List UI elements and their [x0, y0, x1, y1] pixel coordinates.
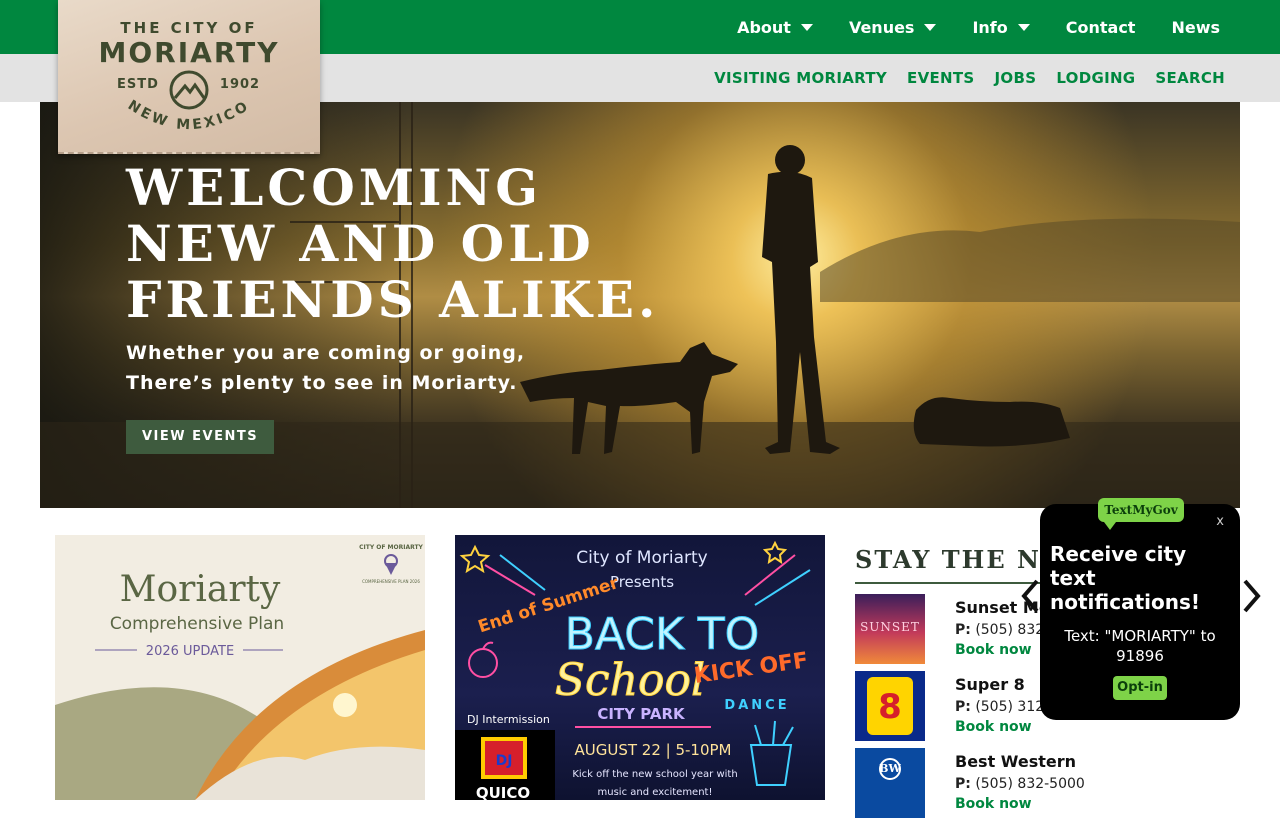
hero-title-line: WELCOMING [126, 158, 542, 217]
poster-dj: DJ Intermission [467, 713, 550, 726]
apple-icon [468, 641, 498, 678]
plan-update: 2026 UPDATE [146, 644, 234, 659]
phone-number: (505) 832-5000 [975, 776, 1085, 792]
plan-badge-line1: CITY OF MORIARTY [359, 544, 423, 551]
lodging-thumb-text: 8 [878, 687, 902, 727]
chevron-right-icon[interactable] [1242, 578, 1262, 614]
nav-info-label: Info [972, 17, 1008, 37]
lodging-thumbnail[interactable]: SUNSET [855, 594, 925, 664]
phone-label: P: [955, 776, 971, 792]
textmygov-popup: TextMyGov x Receive city text notificati… [1040, 498, 1240, 720]
close-button[interactable]: x [1216, 514, 1224, 529]
chevron-left-icon[interactable] [1020, 578, 1040, 614]
lodging-name: Super 8 [955, 675, 1025, 694]
hero-title-line: NEW AND OLD [126, 214, 595, 273]
logo-year: 1902 [220, 77, 260, 92]
poster-title2: School [555, 655, 705, 706]
poster-dj-name: QUICO [476, 784, 530, 800]
hero-title-line: FRIENDS ALIKE. [126, 270, 660, 329]
nav-contact-label: Contact [1065, 17, 1136, 37]
lodging-phone: P: (505) 832-5000 [955, 776, 1085, 792]
mountain-icon [169, 70, 209, 110]
popup-headline: Receive city text notifications! [1050, 542, 1200, 614]
secondary-nav: VISITING MORIARTY EVENTS JOBS LODGING SE… [694, 54, 1225, 102]
plan-card-art: Moriarty Comprehensive Plan 2026 UPDATE … [55, 544, 425, 800]
plan-badge-line2: COMPREHENSIVE PLAN 2026 [362, 579, 420, 584]
plan-title: Moriarty [120, 569, 281, 610]
lodging-thumb-text: BW [879, 762, 901, 775]
city-logo[interactable]: THE CITY OF MORIARTY ESTD 1902 NEW MEXIC… [58, 0, 320, 154]
poster-desc1: Kick off the new school year with [572, 769, 737, 780]
view-events-button[interactable]: VIEW EVENTS [126, 420, 275, 454]
comprehensive-plan-card[interactable]: Moriarty Comprehensive Plan 2026 UPDATE … [55, 535, 425, 800]
lodging-name: Best Western [955, 752, 1077, 771]
chevron-down-icon [800, 23, 813, 31]
lodging-thumbnail[interactable]: BW [855, 748, 925, 818]
logo-line1: THE CITY OF [120, 19, 257, 37]
lodging-item: BW Best Western P: (505) 832-5000 Book n… [855, 748, 1235, 818]
hero-banner: WELCOMING NEW AND OLD FRIENDS ALIKE. Whe… [40, 102, 1240, 508]
poster-title1: BACK TO [565, 609, 760, 660]
phone-label: P: [955, 622, 971, 638]
main-nav: About Venues Info Contact News [701, 0, 1220, 54]
chevron-down-icon [1017, 23, 1030, 31]
opt-in-button[interactable]: Opt-in [1113, 676, 1167, 700]
back-to-school-event-card[interactable]: City of Moriarty Presents End of Summer … [455, 535, 825, 800]
lodging-thumb-text: SUNSET [860, 620, 920, 634]
map-pin-icon [384, 554, 398, 575]
book-now-link[interactable]: Book now [955, 796, 1032, 812]
nav-contact[interactable]: Contact [1066, 18, 1136, 37]
poster-place: CITY PARK [597, 705, 686, 723]
event-poster-art: City of Moriarty Presents End of Summer … [455, 540, 811, 800]
plan-subtitle: Comprehensive Plan [110, 614, 284, 634]
logo-state: NEW MEXICO [125, 97, 253, 133]
nav-info[interactable]: Info [972, 17, 1030, 37]
nav-about[interactable]: About [737, 18, 813, 37]
subnav-search[interactable]: SEARCH [1155, 69, 1225, 87]
hero-subtitle-line: There’s plenty to see in Moriarty. [126, 372, 518, 394]
nav-news-label: News [1171, 17, 1220, 37]
logo-line2: MORIARTY [99, 36, 280, 69]
popup-instructions: Text: "MORIARTY" to 91896 [1064, 627, 1216, 665]
hero-subtitle-line: Whether you are coming or going, [126, 342, 526, 364]
subnav-jobs[interactable]: JOBS [995, 69, 1037, 87]
poster-date: AUGUST 22 | 5-10PM [574, 741, 731, 759]
poster-dj-logo: DJ [496, 753, 513, 769]
book-now-link[interactable]: Book now [955, 642, 1032, 658]
subnav-events[interactable]: EVENTS [907, 69, 975, 87]
subnav-visiting-moriarty[interactable]: VISITING MORIARTY [714, 69, 887, 87]
poster-desc2: music and excitement! [598, 787, 713, 798]
nav-about-label: About [737, 17, 791, 37]
hero-subtitle: Whether you are coming or going, There’s… [126, 338, 586, 398]
logo-estd: ESTD [117, 77, 159, 92]
logo-mark: THE CITY OF MORIARTY ESTD 1902 NEW MEXIC… [99, 19, 280, 133]
hero-title: WELCOMING NEW AND OLD FRIENDS ALIKE. [126, 160, 726, 328]
poster-presenter: City of Moriarty [576, 548, 707, 568]
nav-venues[interactable]: Venues [849, 18, 937, 37]
poster-dance: DANCE [724, 698, 789, 713]
lodging-thumbnail[interactable]: 8 [855, 671, 925, 741]
nav-news[interactable]: News [1171, 18, 1220, 37]
textmygov-badge: TextMyGov [1098, 498, 1184, 530]
phone-label: P: [955, 699, 971, 715]
nav-venues-label: Venues [848, 17, 915, 37]
subnav-lodging[interactable]: LODGING [1056, 69, 1135, 87]
chevron-down-icon [924, 23, 937, 31]
book-now-link[interactable]: Book now [955, 719, 1032, 735]
pencil-cup-icon [749, 720, 794, 786]
